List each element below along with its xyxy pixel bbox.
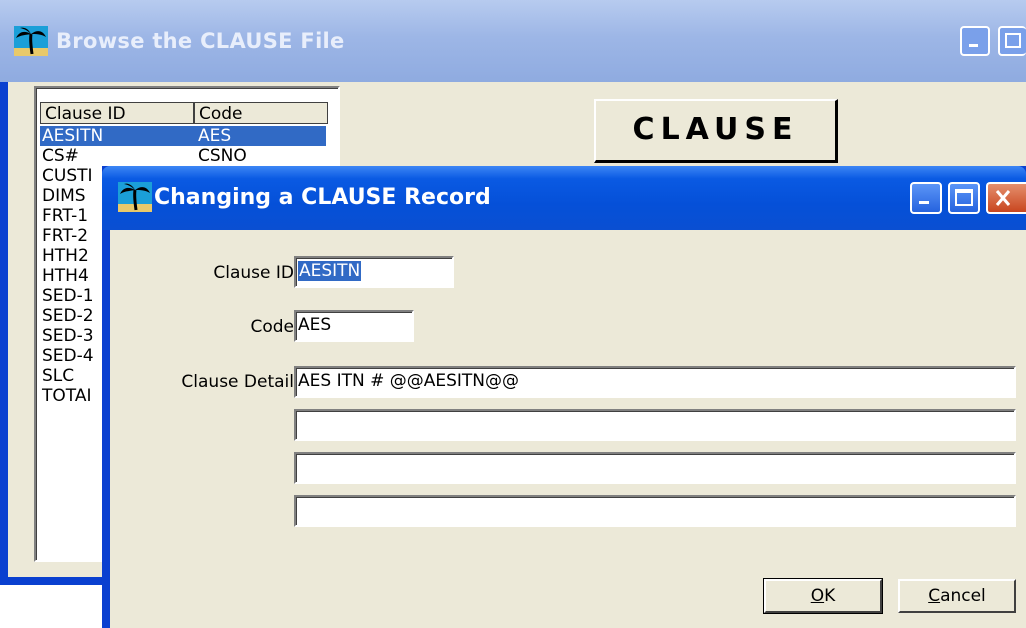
dialog-minimize-button[interactable] bbox=[910, 182, 942, 214]
clause-detail-line-3[interactable] bbox=[294, 452, 1016, 484]
clause-id-value: AESITN bbox=[298, 261, 362, 281]
dialog-client: Clause ID AESITN Code AES Clause Detail … bbox=[110, 230, 1026, 628]
code-value: AES bbox=[298, 315, 332, 335]
change-record-dialog: Changing a CLAUSE Record Clause ID AESIT… bbox=[102, 166, 1026, 628]
list-item-clause-id: CS# bbox=[42, 146, 79, 166]
clause-detail-line-4[interactable] bbox=[294, 495, 1016, 527]
clause-banner: CLAUSE bbox=[594, 99, 838, 163]
maximize-icon bbox=[955, 189, 973, 206]
list-item-code: CSNO bbox=[198, 146, 247, 166]
column-header-code[interactable]: Code bbox=[194, 102, 328, 124]
cancel-label-rest: ancel bbox=[940, 586, 986, 606]
close-icon bbox=[995, 190, 1011, 206]
browse-window-title: Browse the CLAUSE File bbox=[56, 29, 345, 53]
browse-window-titlebar[interactable]: Browse the CLAUSE File bbox=[0, 0, 1026, 82]
minimize-button[interactable] bbox=[960, 26, 990, 56]
clause-detail-line-2[interactable] bbox=[294, 409, 1016, 441]
clause-detail-label: Clause Detail bbox=[181, 372, 294, 392]
list-item-code: AES bbox=[198, 126, 232, 146]
column-header-clause-id[interactable]: Clause ID bbox=[40, 102, 194, 124]
list-item[interactable]: AESITN AES bbox=[40, 126, 326, 146]
ok-label-rest: K bbox=[824, 586, 836, 606]
cancel-mnemonic: C bbox=[928, 586, 941, 606]
minimize-icon bbox=[919, 201, 929, 204]
dialog-close-button[interactable] bbox=[986, 182, 1026, 214]
minimize-icon bbox=[969, 44, 978, 47]
maximize-button[interactable] bbox=[998, 26, 1026, 56]
list-item-clause-id: AESITN bbox=[42, 126, 104, 146]
maximize-icon bbox=[1005, 33, 1021, 48]
dialog-titlebar[interactable]: Changing a CLAUSE Record bbox=[102, 166, 1026, 230]
code-label: Code bbox=[250, 317, 294, 337]
listbox-header: Clause ID Code bbox=[40, 102, 328, 126]
ok-button[interactable]: OK bbox=[763, 578, 883, 614]
cancel-button[interactable]: Cancel bbox=[898, 579, 1016, 613]
palm-tree-icon bbox=[14, 26, 48, 56]
clause-id-input[interactable]: AESITN bbox=[294, 256, 454, 288]
ok-mnemonic: O bbox=[810, 586, 825, 606]
clause-detail-line-1[interactable]: AES ITN # @@AESITN@@ bbox=[294, 366, 1016, 398]
dialog-title: Changing a CLAUSE Record bbox=[154, 185, 491, 210]
clause-id-label: Clause ID bbox=[213, 263, 294, 283]
code-input[interactable]: AES bbox=[294, 310, 414, 342]
palm-tree-icon bbox=[118, 182, 152, 212]
dialog-maximize-button[interactable] bbox=[948, 182, 980, 214]
clause-detail-line-1-text: AES ITN # @@AESITN@@ bbox=[298, 371, 520, 391]
